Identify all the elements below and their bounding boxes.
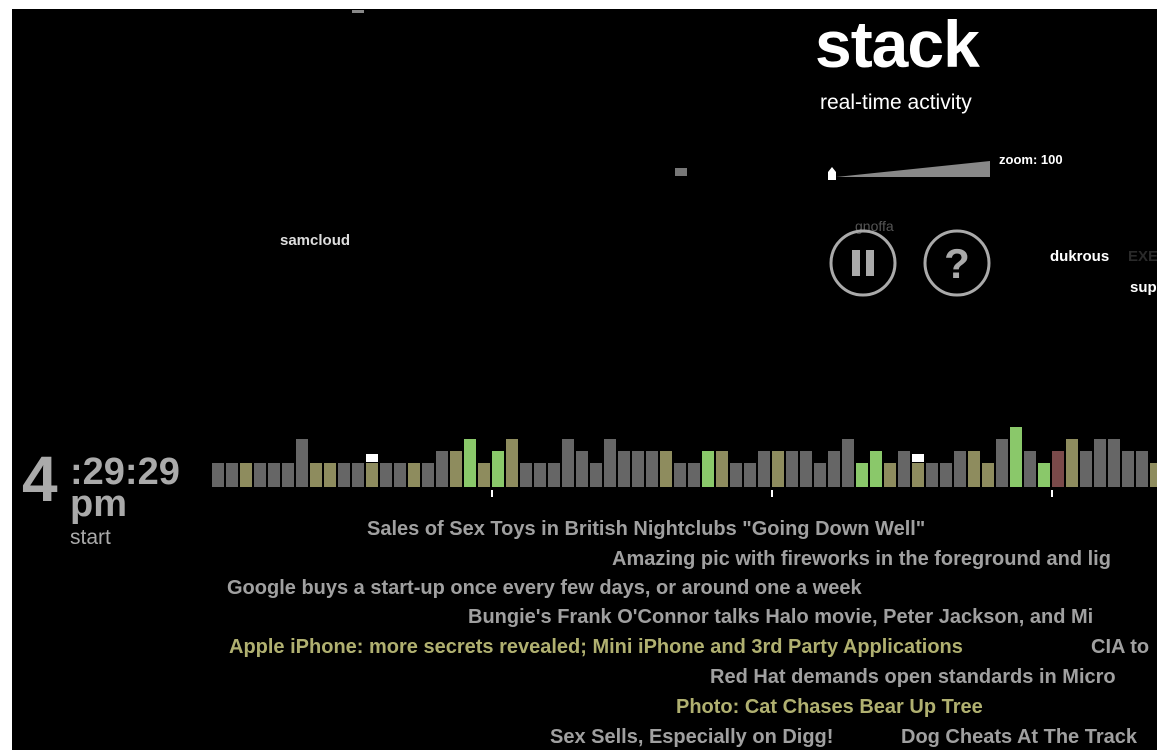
- activity-bar[interactable]: [912, 463, 924, 487]
- activity-bar[interactable]: [422, 463, 434, 487]
- activity-bar[interactable]: [226, 463, 238, 487]
- activity-bar[interactable]: [884, 463, 896, 487]
- activity-bar[interactable]: [702, 451, 714, 487]
- activity-bar[interactable]: [548, 463, 560, 487]
- clock-ampm: pm: [70, 483, 127, 525]
- activity-bar[interactable]: [674, 463, 686, 487]
- time-tick: [491, 490, 493, 497]
- app-canvas: stack real-time activity zoom: 100 gnoff…: [12, 9, 1157, 750]
- activity-bar[interactable]: [842, 439, 854, 487]
- activity-bar[interactable]: [828, 451, 840, 487]
- activity-bar[interactable]: [632, 451, 644, 487]
- activity-bar[interactable]: [758, 451, 770, 487]
- headline-item[interactable]: Red Hat demands open standards in Micro: [710, 667, 1116, 687]
- activity-bar[interactable]: [380, 463, 392, 487]
- activity-bar[interactable]: [856, 463, 868, 487]
- activity-bar[interactable]: [996, 439, 1008, 487]
- clock-hour: 4: [22, 443, 58, 515]
- activity-bar[interactable]: [870, 451, 882, 487]
- activity-bar[interactable]: [590, 463, 602, 487]
- activity-bar[interactable]: [1108, 439, 1120, 487]
- clock-caption: start: [70, 526, 111, 549]
- headline-item[interactable]: Google buys a start-up once every few da…: [227, 578, 862, 598]
- activity-bar[interactable]: [604, 439, 616, 487]
- activity-bar[interactable]: [1094, 439, 1106, 487]
- activity-bar[interactable]: [436, 451, 448, 487]
- activity-bar[interactable]: [520, 463, 532, 487]
- activity-bar[interactable]: [926, 463, 938, 487]
- activity-bar[interactable]: [730, 463, 742, 487]
- activity-chart: [212, 427, 1157, 497]
- new-item-marker: [366, 454, 378, 462]
- activity-bar[interactable]: [268, 463, 280, 487]
- headline-item[interactable]: Bungie's Frank O'Connor talks Halo movie…: [468, 607, 1093, 627]
- activity-bar[interactable]: [1052, 451, 1064, 487]
- activity-bar[interactable]: [492, 451, 504, 487]
- activity-bar[interactable]: [478, 463, 490, 487]
- activity-bar[interactable]: [786, 451, 798, 487]
- activity-bar[interactable]: [506, 439, 518, 487]
- activity-bar[interactable]: [618, 451, 630, 487]
- activity-bar[interactable]: [688, 463, 700, 487]
- activity-bar[interactable]: [1010, 427, 1022, 487]
- headline-item[interactable]: Sex Sells, Especially on Digg!: [550, 727, 833, 747]
- headline-item[interactable]: Amazing pic with fireworks in the foregr…: [612, 549, 1111, 569]
- activity-bar[interactable]: [338, 463, 350, 487]
- activity-bar[interactable]: [1038, 463, 1050, 487]
- activity-bar[interactable]: [310, 463, 322, 487]
- activity-bar[interactable]: [646, 451, 658, 487]
- activity-bar[interactable]: [1066, 439, 1078, 487]
- activity-bar[interactable]: [562, 439, 574, 487]
- activity-bar[interactable]: [254, 463, 266, 487]
- activity-bar[interactable]: [1150, 463, 1157, 487]
- activity-bar[interactable]: [534, 463, 546, 487]
- activity-bar[interactable]: [814, 463, 826, 487]
- headline-item[interactable]: Photo: Cat Chases Bear Up Tree: [676, 697, 983, 717]
- activity-bar[interactable]: [282, 463, 294, 487]
- activity-bar[interactable]: [1080, 451, 1092, 487]
- activity-bar[interactable]: [240, 463, 252, 487]
- activity-bar[interactable]: [366, 463, 378, 487]
- activity-bar[interactable]: [450, 451, 462, 487]
- activity-bar[interactable]: [296, 439, 308, 487]
- activity-bar[interactable]: [1122, 451, 1134, 487]
- activity-bar[interactable]: [1136, 451, 1148, 487]
- headline-item[interactable]: Apple iPhone: more secrets revealed; Min…: [229, 637, 963, 657]
- activity-bar[interactable]: [1024, 451, 1036, 487]
- time-tick: [771, 490, 773, 497]
- activity-bar[interactable]: [744, 463, 756, 487]
- activity-bar[interactable]: [324, 463, 336, 487]
- activity-bar[interactable]: [212, 463, 224, 487]
- activity-bar[interactable]: [394, 463, 406, 487]
- activity-bar[interactable]: [716, 451, 728, 487]
- activity-bar[interactable]: [464, 439, 476, 487]
- headline-item[interactable]: Sales of Sex Toys in British Nightclubs …: [367, 519, 925, 539]
- activity-bar[interactable]: [660, 451, 672, 487]
- time-tick: [1051, 490, 1053, 497]
- activity-bar[interactable]: [982, 463, 994, 487]
- activity-bar[interactable]: [940, 463, 952, 487]
- new-item-marker: [912, 454, 924, 462]
- activity-bar[interactable]: [954, 451, 966, 487]
- activity-bar[interactable]: [408, 463, 420, 487]
- activity-bar[interactable]: [772, 451, 784, 487]
- activity-bar[interactable]: [352, 463, 364, 487]
- activity-bar[interactable]: [800, 451, 812, 487]
- activity-bar[interactable]: [576, 451, 588, 487]
- activity-bar[interactable]: [968, 451, 980, 487]
- activity-bar[interactable]: [898, 451, 910, 487]
- headline-item[interactable]: CIA to: [1091, 637, 1149, 657]
- headline-item[interactable]: Dog Cheats At The Track: [901, 727, 1137, 747]
